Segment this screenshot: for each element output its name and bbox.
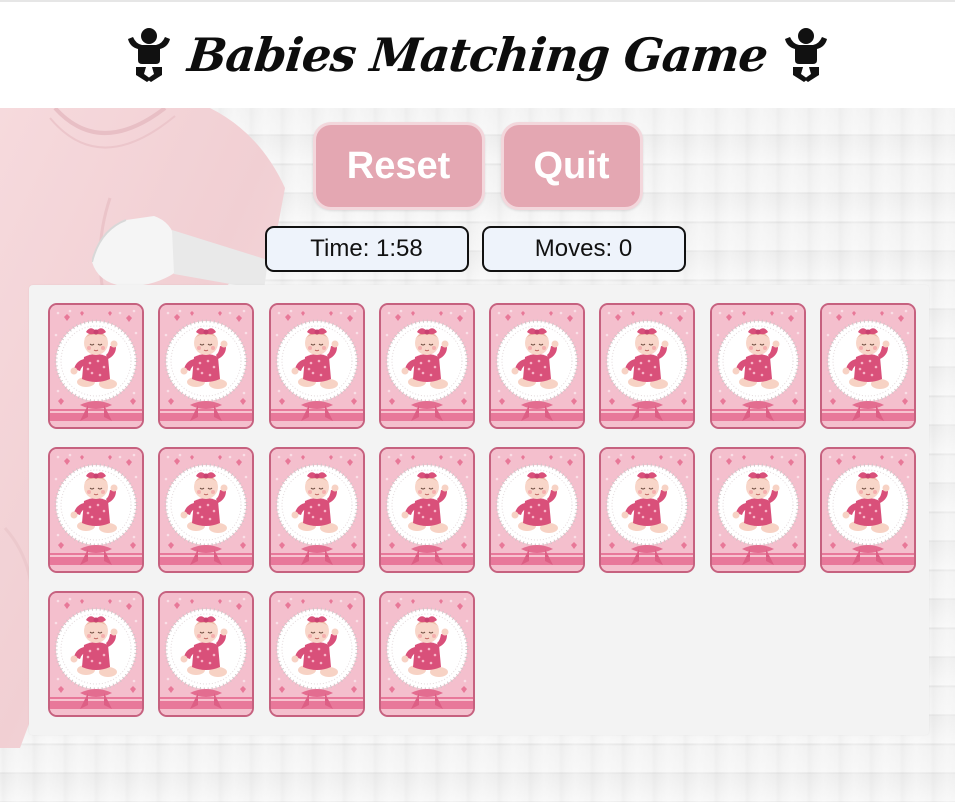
timer-value: 1:58	[376, 235, 423, 262]
baby-card-back-icon	[50, 449, 142, 571]
baby-card-back-icon	[711, 449, 804, 571]
stats-bar: Time: 1:58 Moves: 0	[0, 226, 955, 272]
game-card[interactable]	[158, 591, 255, 717]
game-card[interactable]	[48, 303, 144, 429]
game-card[interactable]	[378, 447, 475, 573]
baby-card-back-icon	[711, 305, 804, 427]
quit-button[interactable]: Quit	[500, 122, 643, 210]
baby-card-back-icon	[601, 305, 694, 427]
controls-bar: Reset Quit	[0, 122, 955, 210]
game-card[interactable]	[158, 447, 255, 573]
baby-card-back-icon	[601, 449, 694, 571]
baby-card-back-icon	[270, 305, 363, 427]
game-card[interactable]	[820, 303, 917, 429]
game-board	[29, 285, 929, 735]
page-header: Babies Matching Game	[0, 2, 955, 108]
baby-icon	[124, 27, 174, 83]
baby-card-back-icon	[380, 593, 473, 715]
baby-card-back-icon	[160, 305, 253, 427]
reset-button[interactable]: Reset	[312, 122, 485, 210]
baby-card-back-icon	[822, 305, 915, 427]
game-card[interactable]	[268, 447, 365, 573]
timer-display: Time: 1:58	[264, 226, 469, 272]
moves-display: Moves: 0	[481, 226, 686, 272]
baby-card-back-icon	[822, 449, 915, 571]
game-card[interactable]	[378, 591, 475, 717]
moves-label: Moves:	[534, 235, 613, 262]
moves-value: 0	[618, 235, 633, 262]
game-card[interactable]	[489, 447, 586, 573]
game-card[interactable]	[158, 303, 255, 429]
baby-card-back-icon	[50, 305, 142, 427]
game-card[interactable]	[268, 591, 365, 717]
game-card[interactable]	[709, 303, 806, 429]
game-card[interactable]	[378, 303, 475, 429]
game-card[interactable]	[599, 447, 696, 573]
baby-card-back-icon	[160, 449, 253, 571]
page-title: Babies Matching Game	[185, 28, 770, 82]
game-card[interactable]	[48, 591, 144, 717]
baby-card-back-icon	[50, 593, 142, 715]
baby-card-back-icon	[491, 449, 584, 571]
baby-card-back-icon	[160, 593, 253, 715]
baby-card-back-icon	[270, 593, 363, 715]
game-card[interactable]	[709, 447, 806, 573]
baby-card-back-icon	[380, 449, 473, 571]
baby-card-back-icon	[270, 449, 363, 571]
baby-icon	[781, 27, 831, 83]
game-card[interactable]	[48, 447, 144, 573]
game-card[interactable]	[599, 303, 696, 429]
baby-card-back-icon	[491, 305, 584, 427]
game-card[interactable]	[268, 303, 365, 429]
card-grid	[48, 303, 917, 717]
game-card[interactable]	[489, 303, 586, 429]
baby-card-back-icon	[380, 305, 473, 427]
timer-label: Time:	[310, 235, 370, 262]
game-card[interactable]	[820, 447, 917, 573]
